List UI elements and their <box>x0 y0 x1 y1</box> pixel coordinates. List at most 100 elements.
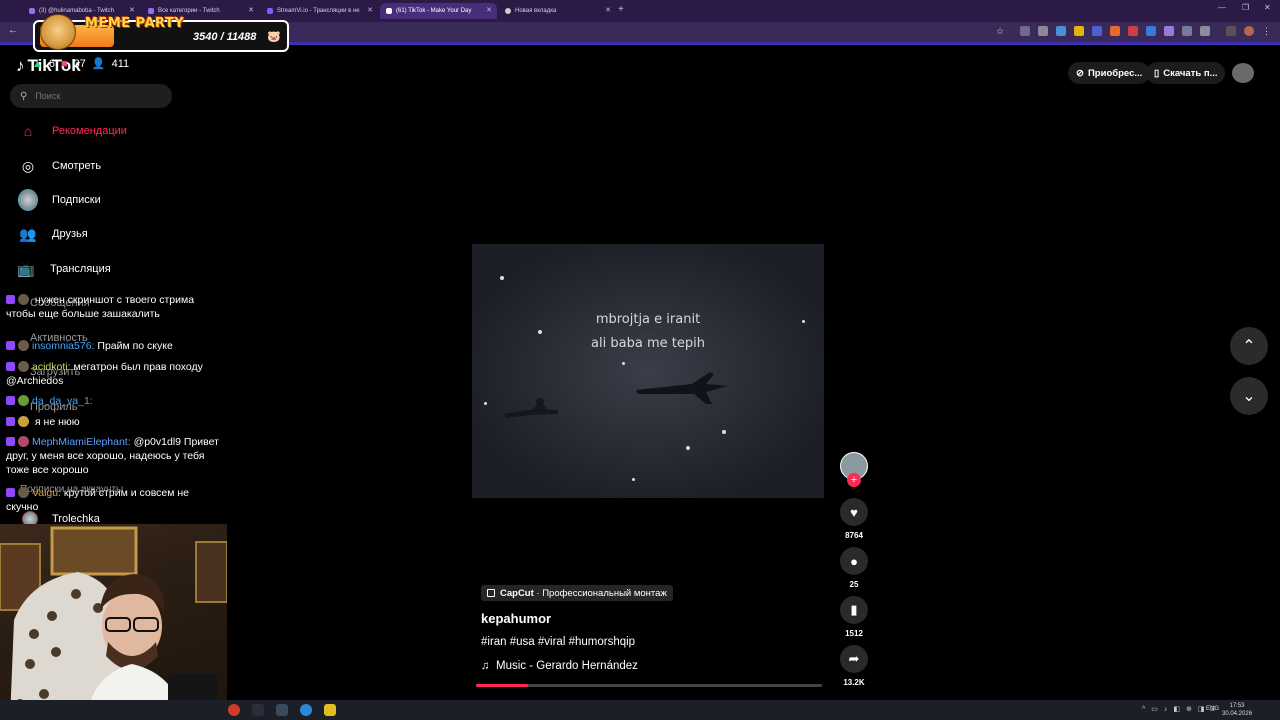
chat-avatar <box>18 294 29 305</box>
chat-message: da_da_va_1: <box>6 394 224 408</box>
app-icon[interactable] <box>252 704 264 716</box>
close-icon[interactable]: ✕ <box>129 6 135 14</box>
extension-icon[interactable] <box>1146 26 1156 36</box>
language-indicator[interactable]: ENG <box>1206 706 1219 712</box>
chat-message: MephMiamiElephant: @p0v1dl9 Привет друг,… <box>6 436 219 476</box>
browser-tab-strip: (3) @hulinamaboba - Twitch ✕ Все категори… <box>0 0 1280 22</box>
author-name[interactable]: kepahumor <box>481 611 551 626</box>
share-button[interactable]: ➦ <box>840 645 868 673</box>
nav-recommendations[interactable]: ⌂ Рекомендации <box>18 120 127 142</box>
user-avatar[interactable] <box>1232 63 1254 83</box>
nav-live[interactable]: 📺 Трансляция <box>16 258 110 280</box>
star-icon[interactable]: ☆ <box>996 26 1006 36</box>
snow-dot <box>686 446 690 450</box>
extension-icon[interactable] <box>1074 26 1084 36</box>
extension-icon[interactable] <box>1056 26 1066 36</box>
download-app-button[interactable]: ▯ Скачать п... <box>1146 62 1226 84</box>
chat-avatar <box>18 340 29 351</box>
puzzle-icon[interactable] <box>1200 26 1210 36</box>
compass-icon: ◎ <box>21 157 35 174</box>
new-tab-button[interactable]: + <box>618 4 624 15</box>
previous-video-button[interactable]: ⌃ <box>1230 327 1268 365</box>
twitch-favicon <box>29 8 35 14</box>
nav-friends[interactable]: 👥 Друзья <box>18 223 87 245</box>
extension-icon[interactable] <box>1182 26 1192 36</box>
snow-dot <box>802 320 805 323</box>
video-progress-bar[interactable] <box>476 684 822 687</box>
follow-plus-icon[interactable]: + <box>847 473 861 487</box>
chat-message: insomnia576: Прайм по скуке <box>6 339 224 353</box>
twitch-favicon <box>148 8 154 14</box>
stream-stats: ▲ 6 ■ 37 👤 411 <box>32 57 130 71</box>
doge-icon <box>40 14 76 50</box>
app-icon[interactable] <box>276 704 288 716</box>
capcut-icon <box>487 589 495 597</box>
snow-dot <box>632 478 635 481</box>
jet-silhouette <box>636 372 728 404</box>
video-caption-line: mbrojtja e iranit <box>595 312 701 327</box>
webcam-scene <box>0 526 227 720</box>
app-icon[interactable] <box>324 704 336 716</box>
nav-explore[interactable]: ◎ Смотреть <box>18 155 101 177</box>
tab-tiktok[interactable]: (61) TikTok - Make Your Day ✕ <box>380 3 497 19</box>
close-window-icon[interactable]: ✕ <box>1264 3 1271 12</box>
meme-count: 3540 / 11488 <box>193 31 257 43</box>
get-coins-button[interactable]: ⊘ Приобрес... <box>1068 62 1151 84</box>
search-box[interactable]: ⚲ <box>10 84 172 108</box>
music-link[interactable]: ♫ Music - Gerardo Hernández <box>481 660 638 672</box>
extension-icon[interactable] <box>1110 26 1120 36</box>
snow-dot <box>722 430 726 434</box>
windows-taskbar: ^▭♪◧⊕◨⌸ ENG 17:53 30.04.2026 <box>0 700 1280 720</box>
chat-avatar <box>18 487 29 498</box>
coin-icon: ⊘ <box>1076 67 1084 79</box>
app-icon[interactable] <box>228 704 240 716</box>
extension-icon[interactable] <box>1128 26 1138 36</box>
viewers-icon: ▲ <box>32 57 43 70</box>
search-icon: ⚲ <box>20 90 28 102</box>
meme-title: MEME PARTY <box>85 16 185 31</box>
comment-icon: ● <box>850 553 858 569</box>
clock[interactable]: 17:53 30.04.2026 <box>1222 702 1252 718</box>
telegram-icon[interactable] <box>300 704 312 716</box>
sub-badge-icon <box>6 341 15 350</box>
chat-message: Vaigu: крутой стрим и совсем не скучно <box>6 487 190 513</box>
chevron-down-icon: ⌄ <box>1242 388 1256 405</box>
tab-new[interactable]: Новая вкладка ✕ <box>499 3 616 19</box>
close-icon[interactable]: ✕ <box>248 6 254 14</box>
search-input[interactable] <box>35 91 156 101</box>
minimize-icon[interactable]: — <box>1218 3 1226 12</box>
nav-following[interactable]: Подписки <box>18 189 101 211</box>
extension-icon[interactable] <box>1020 26 1030 36</box>
video-progress-fill <box>476 684 528 687</box>
profile-avatar[interactable] <box>1244 26 1254 36</box>
home-icon: ⌂ <box>23 123 33 139</box>
extension-icon[interactable] <box>1092 26 1102 36</box>
save-button[interactable]: ▮ <box>840 596 868 624</box>
close-icon[interactable]: ✕ <box>367 6 373 14</box>
next-video-button[interactable]: ⌄ <box>1230 377 1268 415</box>
restore-icon[interactable]: ❐ <box>1242 3 1249 12</box>
like-button[interactable]: ♥ <box>840 498 868 526</box>
comment-button[interactable]: ● <box>840 547 868 575</box>
back-icon[interactable]: ← <box>8 25 18 36</box>
sidebar-icon[interactable] <box>1226 26 1236 36</box>
chat-message: acidkoti: мегатрон был прав походу @Arch… <box>6 361 203 387</box>
extension-icon[interactable] <box>1038 26 1048 36</box>
capcut-badge[interactable]: CapCut · Профессиональный монтаж <box>481 585 673 601</box>
live-icon: ■ <box>61 57 68 70</box>
phone-icon: ▯ <box>1154 67 1160 79</box>
menu-icon[interactable]: ⋮ <box>1262 26 1272 36</box>
chevron-up-icon: ⌃ <box>1242 338 1256 355</box>
snow-dot <box>622 362 625 365</box>
tab-streamvi[interactable]: StreamVi.io - Трансляции в не ✕ <box>261 3 378 19</box>
video-player[interactable]: mbrojtja e iranit ali baba me tepih <box>472 244 824 498</box>
bookmark-icon: ▮ <box>850 602 858 617</box>
close-icon[interactable]: ✕ <box>486 6 492 14</box>
close-icon[interactable]: ✕ <box>605 6 611 14</box>
extension-icon[interactable] <box>1164 26 1174 36</box>
chat-avatar <box>18 416 29 427</box>
hashtags[interactable]: #iran #usa #viral #humorshqip <box>481 636 635 648</box>
meme-party-widget: MEME PARTY 3540 / 11488 🐷 <box>33 14 289 52</box>
chat-avatar <box>18 436 29 447</box>
snow-dot <box>538 330 542 334</box>
